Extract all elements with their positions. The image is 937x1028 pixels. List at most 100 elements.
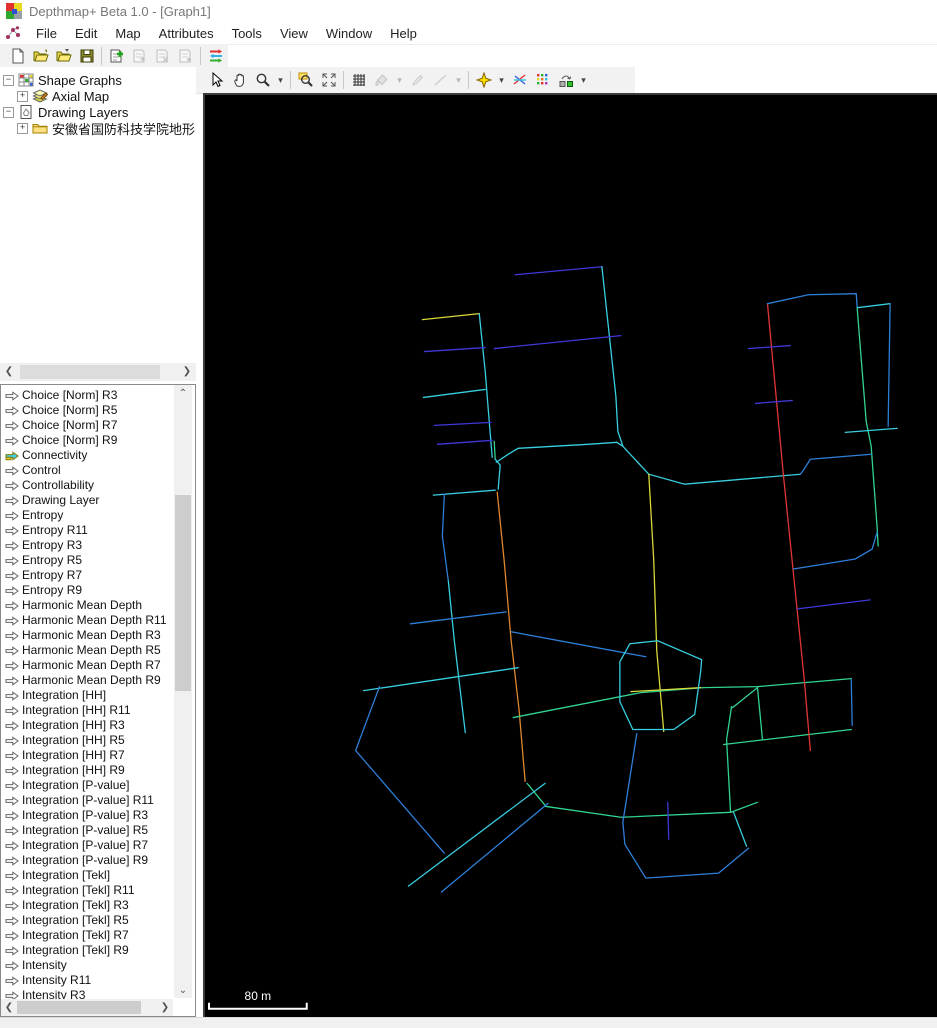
axial-map-tool-button[interactable]	[472, 70, 495, 91]
attribute-item-integration-p-value-r5[interactable]: Integration [P-value] R5	[3, 822, 173, 837]
axial-line[interactable]	[856, 303, 891, 309]
attribute-item-integration-tekl-r3[interactable]: Integration [Tekl] R3	[3, 897, 173, 912]
axial-line[interactable]	[512, 686, 705, 719]
attribute-item-harmonic-mean-depth[interactable]: Harmonic Mean Depth	[3, 597, 173, 612]
axial-line[interactable]	[601, 266, 802, 485]
axial-line[interactable]	[667, 801, 670, 840]
attribute-item-entropy-r11[interactable]: Entropy R11	[3, 522, 173, 537]
attribute-item-integration-p-value-r3[interactable]: Integration [P-value] R3	[3, 807, 173, 822]
attribute-item-harmonic-mean-depth-r11[interactable]: Harmonic Mean Depth R11	[3, 612, 173, 627]
grid-tool-button[interactable]	[347, 70, 370, 91]
import-map-button[interactable]	[52, 45, 75, 66]
tree-hscroll-thumb[interactable]	[20, 365, 160, 379]
attribute-item-integration-hh-r11[interactable]: Integration [HH] R11	[3, 702, 173, 717]
attribute-vscroll-thumb[interactable]	[175, 495, 191, 691]
attribute-hscroll-thumb[interactable]	[17, 1001, 141, 1014]
attribute-item-integration-tekl-r9[interactable]: Integration [Tekl] R9	[3, 942, 173, 957]
axial-line[interactable]	[441, 493, 449, 582]
tree-item-安徽省国防科技学院地形[interactable]: + 安徽省国防科技学院地形	[17, 120, 195, 137]
joined-axial-button[interactable]	[508, 70, 531, 91]
axial-line[interactable]	[844, 427, 898, 433]
attribute-item-integration-p-value-r7[interactable]: Integration [P-value] R7	[3, 837, 173, 852]
axial-line[interactable]	[622, 732, 638, 823]
attribute-item-integration-tekl-r11[interactable]: Integration [Tekl] R11	[3, 882, 173, 897]
axial-map-tool-button-dropdown[interactable]: ▾	[495, 70, 508, 91]
axial-line[interactable]	[756, 686, 764, 741]
axial-line[interactable]	[796, 599, 871, 610]
attribute-item-control[interactable]: Control	[3, 462, 173, 477]
axial-line[interactable]	[354, 685, 445, 854]
attribute-item-choice-norm-r3[interactable]: Choice [Norm] R3	[3, 387, 173, 402]
axial-line[interactable]	[510, 631, 647, 658]
attribute-item-integration-tekl-r5[interactable]: Integration [Tekl] R5	[3, 912, 173, 927]
zoom-tool-button-dropdown[interactable]: ▾	[274, 70, 287, 91]
axial-line[interactable]	[792, 531, 878, 570]
attribute-item-integration-hh[interactable]: Integration [HH]	[3, 687, 173, 702]
attribute-vscrollbar[interactable]: ⌃ ⌄	[174, 385, 192, 998]
axial-line[interactable]	[433, 421, 492, 427]
tree-hscrollbar[interactable]: ❮ ❯	[0, 363, 196, 381]
attribute-item-choice-norm-r5[interactable]: Choice [Norm] R5	[3, 402, 173, 417]
attribute-item-harmonic-mean-depth-r9[interactable]: Harmonic Mean Depth R9	[3, 672, 173, 687]
axial-line[interactable]	[731, 686, 759, 709]
attribute-item-entropy[interactable]: Entropy	[3, 507, 173, 522]
convert-map-button[interactable]	[204, 45, 227, 66]
attribute-item-integration-p-value[interactable]: Integration [P-value]	[3, 777, 173, 792]
menu-item-window[interactable]: Window	[317, 24, 381, 43]
axial-line[interactable]	[850, 679, 853, 727]
attribute-item-harmonic-mean-depth-r3[interactable]: Harmonic Mean Depth R3	[3, 627, 173, 642]
axial-line[interactable]	[436, 439, 493, 445]
scroll-left-icon[interactable]: ❮	[2, 364, 16, 380]
step-depth-button[interactable]	[554, 70, 577, 91]
axial-line[interactable]	[478, 313, 493, 458]
new-layer-button[interactable]	[105, 45, 128, 66]
axial-map-drawing[interactable]: 80 m	[205, 95, 937, 1017]
axial-line[interactable]	[856, 308, 879, 547]
attribute-item-choice-norm-r9[interactable]: Choice [Norm] R9	[3, 432, 173, 447]
axial-line[interactable]	[432, 489, 496, 496]
menu-item-help[interactable]: Help	[381, 24, 426, 43]
scroll-right-icon[interactable]: ❯	[180, 364, 194, 380]
step-depth-button-dropdown[interactable]: ▾	[577, 70, 590, 91]
axial-line[interactable]	[725, 705, 733, 813]
attribute-item-entropy-r7[interactable]: Entropy R7	[3, 567, 173, 582]
pan-tool-button[interactable]	[228, 70, 251, 91]
axial-line[interactable]	[648, 473, 665, 733]
scroll-right-icon[interactable]: ❯	[159, 1000, 171, 1015]
axial-line[interactable]	[495, 441, 624, 463]
axial-line[interactable]	[447, 580, 466, 734]
menu-item-map[interactable]: Map	[106, 24, 149, 43]
menu-item-view[interactable]: View	[271, 24, 317, 43]
attribute-item-integration-hh-r7[interactable]: Integration [HH] R7	[3, 747, 173, 762]
attribute-item-entropy-r5[interactable]: Entropy R5	[3, 552, 173, 567]
attribute-item-integration-hh-r5[interactable]: Integration [HH] R5	[3, 732, 173, 747]
menu-item-file[interactable]: File	[27, 24, 66, 43]
axial-line[interactable]	[887, 303, 891, 428]
attribute-item-integration-hh-r9[interactable]: Integration [HH] R9	[3, 762, 173, 777]
axial-line[interactable]	[514, 266, 603, 276]
axial-line[interactable]	[440, 802, 549, 893]
axial-line[interactable]	[544, 801, 759, 818]
axial-line[interactable]	[766, 293, 858, 309]
attribute-item-integration-tekl[interactable]: Integration [Tekl]	[3, 867, 173, 882]
attribute-item-integration-p-value-r9[interactable]: Integration [P-value] R9	[3, 852, 173, 867]
expand-icon[interactable]: +	[17, 122, 28, 134]
axial-line[interactable]	[722, 728, 852, 746]
tree-item-axial-map[interactable]: + Axial Map	[17, 88, 109, 104]
vga-grid-button[interactable]	[531, 70, 554, 91]
expand-icon[interactable]: +	[17, 90, 28, 102]
open-file-button[interactable]	[29, 45, 52, 66]
menu-item-attributes[interactable]: Attributes	[150, 24, 223, 43]
axial-line[interactable]	[754, 399, 794, 405]
tree-item-shape-graphs[interactable]: − Shape Graphs	[3, 72, 122, 88]
attribute-item-integration-hh-r3[interactable]: Integration [HH] R3	[3, 717, 173, 732]
axial-line[interactable]	[421, 313, 480, 321]
axial-line[interactable]	[799, 453, 872, 475]
attribute-item-controllability[interactable]: Controllability	[3, 477, 173, 492]
attribute-item-connectivity[interactable]: Connectivity	[3, 447, 173, 462]
axial-line[interactable]	[496, 491, 526, 783]
collapse-icon[interactable]: −	[3, 74, 14, 86]
axial-line[interactable]	[422, 388, 486, 399]
axial-line[interactable]	[423, 346, 486, 353]
zoom-selection-button[interactable]	[294, 70, 317, 91]
